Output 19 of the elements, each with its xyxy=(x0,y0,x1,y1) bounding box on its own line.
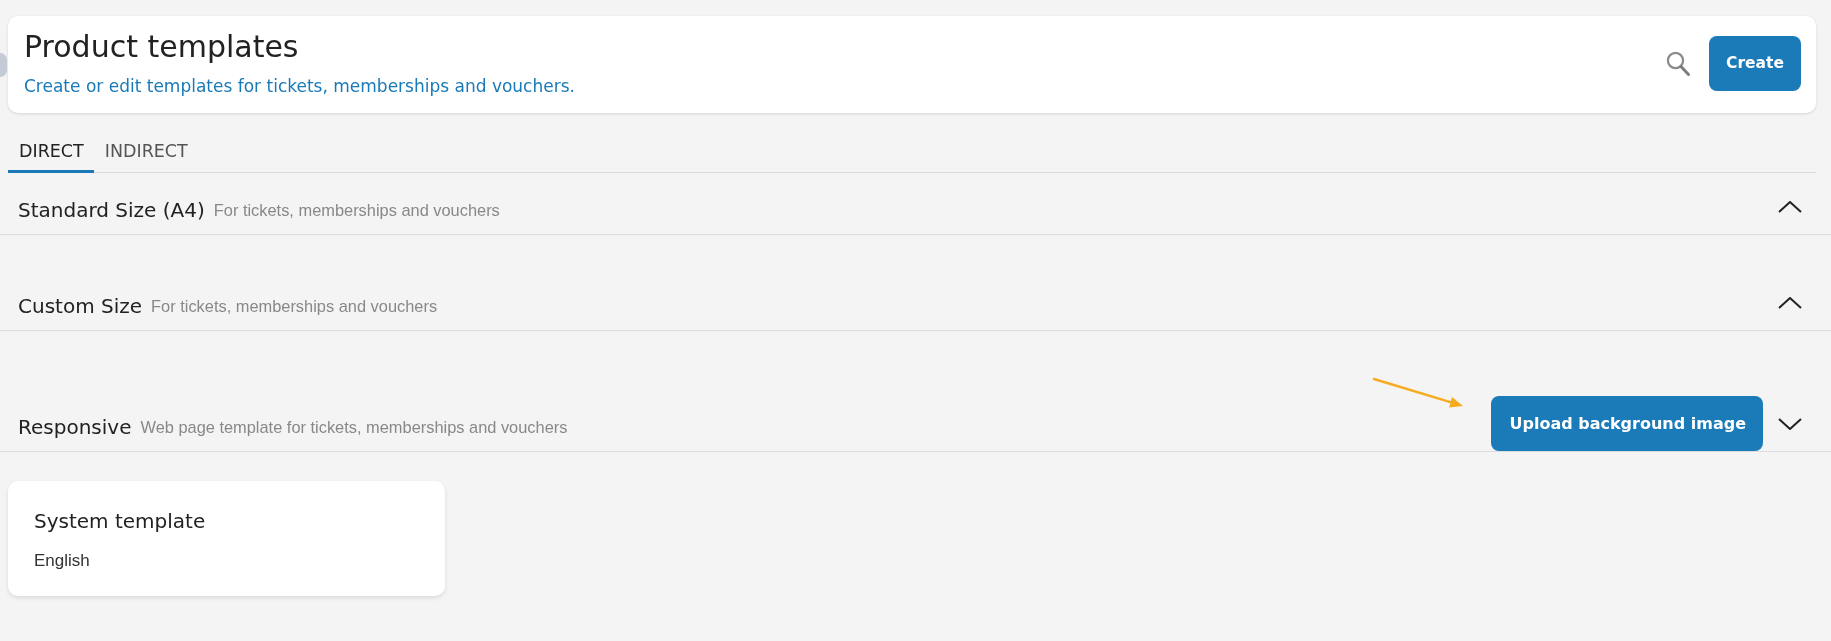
page-title: Product templates xyxy=(24,30,299,64)
template-card[interactable]: System template English xyxy=(8,481,445,596)
create-button[interactable]: Create xyxy=(1709,36,1801,91)
page-subtitle: Create or edit templates for tickets, memberships and vouchers. xyxy=(24,75,575,97)
section-title[interactable]: Standard Size (A4) xyxy=(18,195,205,225)
section-description: For tickets, memberships and vouchers xyxy=(213,199,500,221)
tab[interactable]: DIRECT xyxy=(8,130,94,173)
search-icon[interactable] xyxy=(1666,51,1691,76)
section-description: For tickets, memberships and vouchers xyxy=(151,295,438,317)
section-title[interactable]: Responsive xyxy=(18,412,132,442)
section-description: Web page template for tickets, memberships and vouchers xyxy=(140,416,568,438)
chevron-down-icon[interactable] xyxy=(1778,417,1802,430)
section-title[interactable]: Custom Size xyxy=(18,291,143,321)
tab[interactable]: INDIRECT xyxy=(93,130,198,173)
upload-button[interactable]: Upload background image xyxy=(1491,396,1763,451)
chevron-up-icon[interactable] xyxy=(1778,296,1802,309)
template-language: English xyxy=(34,550,90,572)
chevron-up-icon[interactable] xyxy=(1778,200,1802,213)
template-title: System template xyxy=(34,508,206,534)
